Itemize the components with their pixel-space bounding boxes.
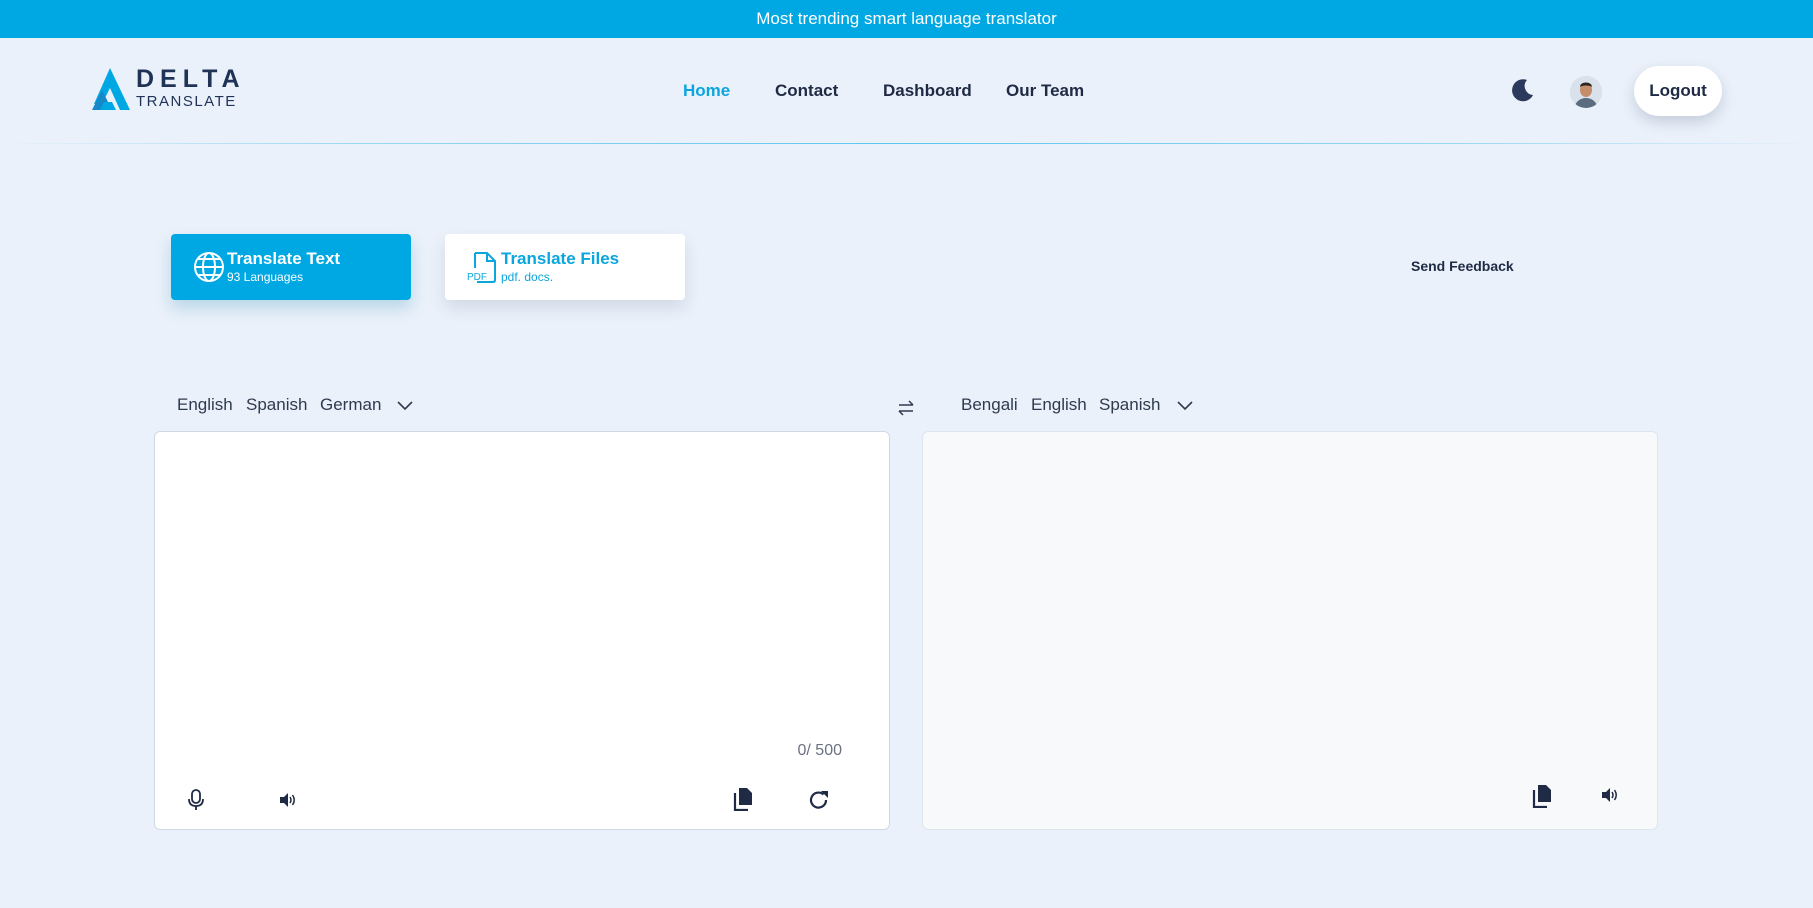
copy-icon[interactable] bbox=[730, 786, 756, 812]
source-lang-tab-spanish[interactable]: Spanish bbox=[246, 392, 307, 432]
speaker-icon[interactable] bbox=[1597, 782, 1623, 808]
avatar-image bbox=[1570, 76, 1602, 108]
top-banner: Most trending smart language translator bbox=[0, 0, 1813, 38]
source-lang-tab-german[interactable]: German bbox=[320, 392, 381, 432]
target-text-output[interactable] bbox=[937, 446, 1641, 746]
nav-dashboard[interactable]: Dashboard bbox=[883, 81, 972, 101]
logout-button[interactable]: Logout bbox=[1634, 66, 1722, 116]
nav-home[interactable]: Home bbox=[683, 81, 730, 101]
translate-files-title: Translate Files bbox=[501, 249, 620, 268]
translate-text-title: Translate Text bbox=[227, 249, 341, 268]
nav-contact[interactable]: Contact bbox=[775, 81, 838, 101]
nav-our-team[interactable]: Our Team bbox=[1006, 81, 1084, 101]
translate-text-card[interactable]: Translate Text 93 Languages bbox=[171, 234, 411, 300]
target-lang-tab-english[interactable]: English bbox=[1031, 392, 1087, 432]
logo[interactable]: DELTA TRANSLATE bbox=[90, 66, 246, 110]
target-text-panel bbox=[922, 431, 1658, 830]
character-counter: 0/ 500 bbox=[797, 742, 842, 759]
chevron-down-icon[interactable] bbox=[396, 396, 414, 414]
target-lang-tab-bengali[interactable]: Bengali bbox=[954, 392, 1026, 433]
microphone-icon[interactable] bbox=[183, 787, 209, 813]
banner-text: Most trending smart language translator bbox=[756, 9, 1057, 28]
source-lang-tab-english[interactable]: English bbox=[170, 392, 241, 433]
copy-icon[interactable] bbox=[1529, 783, 1555, 809]
swap-languages-icon[interactable] bbox=[896, 398, 916, 418]
moon-icon[interactable] bbox=[1508, 76, 1536, 104]
translate-files-subtitle: pdf. docs. bbox=[501, 270, 554, 284]
chevron-down-icon[interactable] bbox=[1176, 396, 1194, 414]
logo-subtitle: TRANSLATE bbox=[136, 93, 237, 110]
source-text-input[interactable] bbox=[169, 446, 873, 746]
pdf-file-icon: PDF bbox=[467, 252, 496, 283]
refresh-icon[interactable] bbox=[806, 787, 832, 813]
logo-title: DELTA bbox=[136, 65, 246, 93]
pdf-icon-text: PDF bbox=[467, 272, 487, 283]
logo-mark-icon bbox=[92, 68, 130, 110]
source-text-panel: 0/ 500 bbox=[154, 431, 890, 830]
translate-text-subtitle: 93 Languages bbox=[227, 270, 304, 284]
target-lang-tab-spanish[interactable]: Spanish bbox=[1099, 392, 1160, 432]
speaker-icon[interactable] bbox=[275, 787, 301, 813]
header-divider bbox=[0, 143, 1813, 144]
send-feedback-link[interactable]: Send Feedback bbox=[1411, 258, 1514, 274]
translate-files-card[interactable]: PDF Translate Files pdf. docs. bbox=[445, 234, 685, 300]
globe-icon bbox=[194, 252, 224, 282]
user-avatar[interactable] bbox=[1570, 76, 1602, 108]
site-header: DELTA TRANSLATE Home Contact Dashboard O… bbox=[0, 38, 1813, 144]
